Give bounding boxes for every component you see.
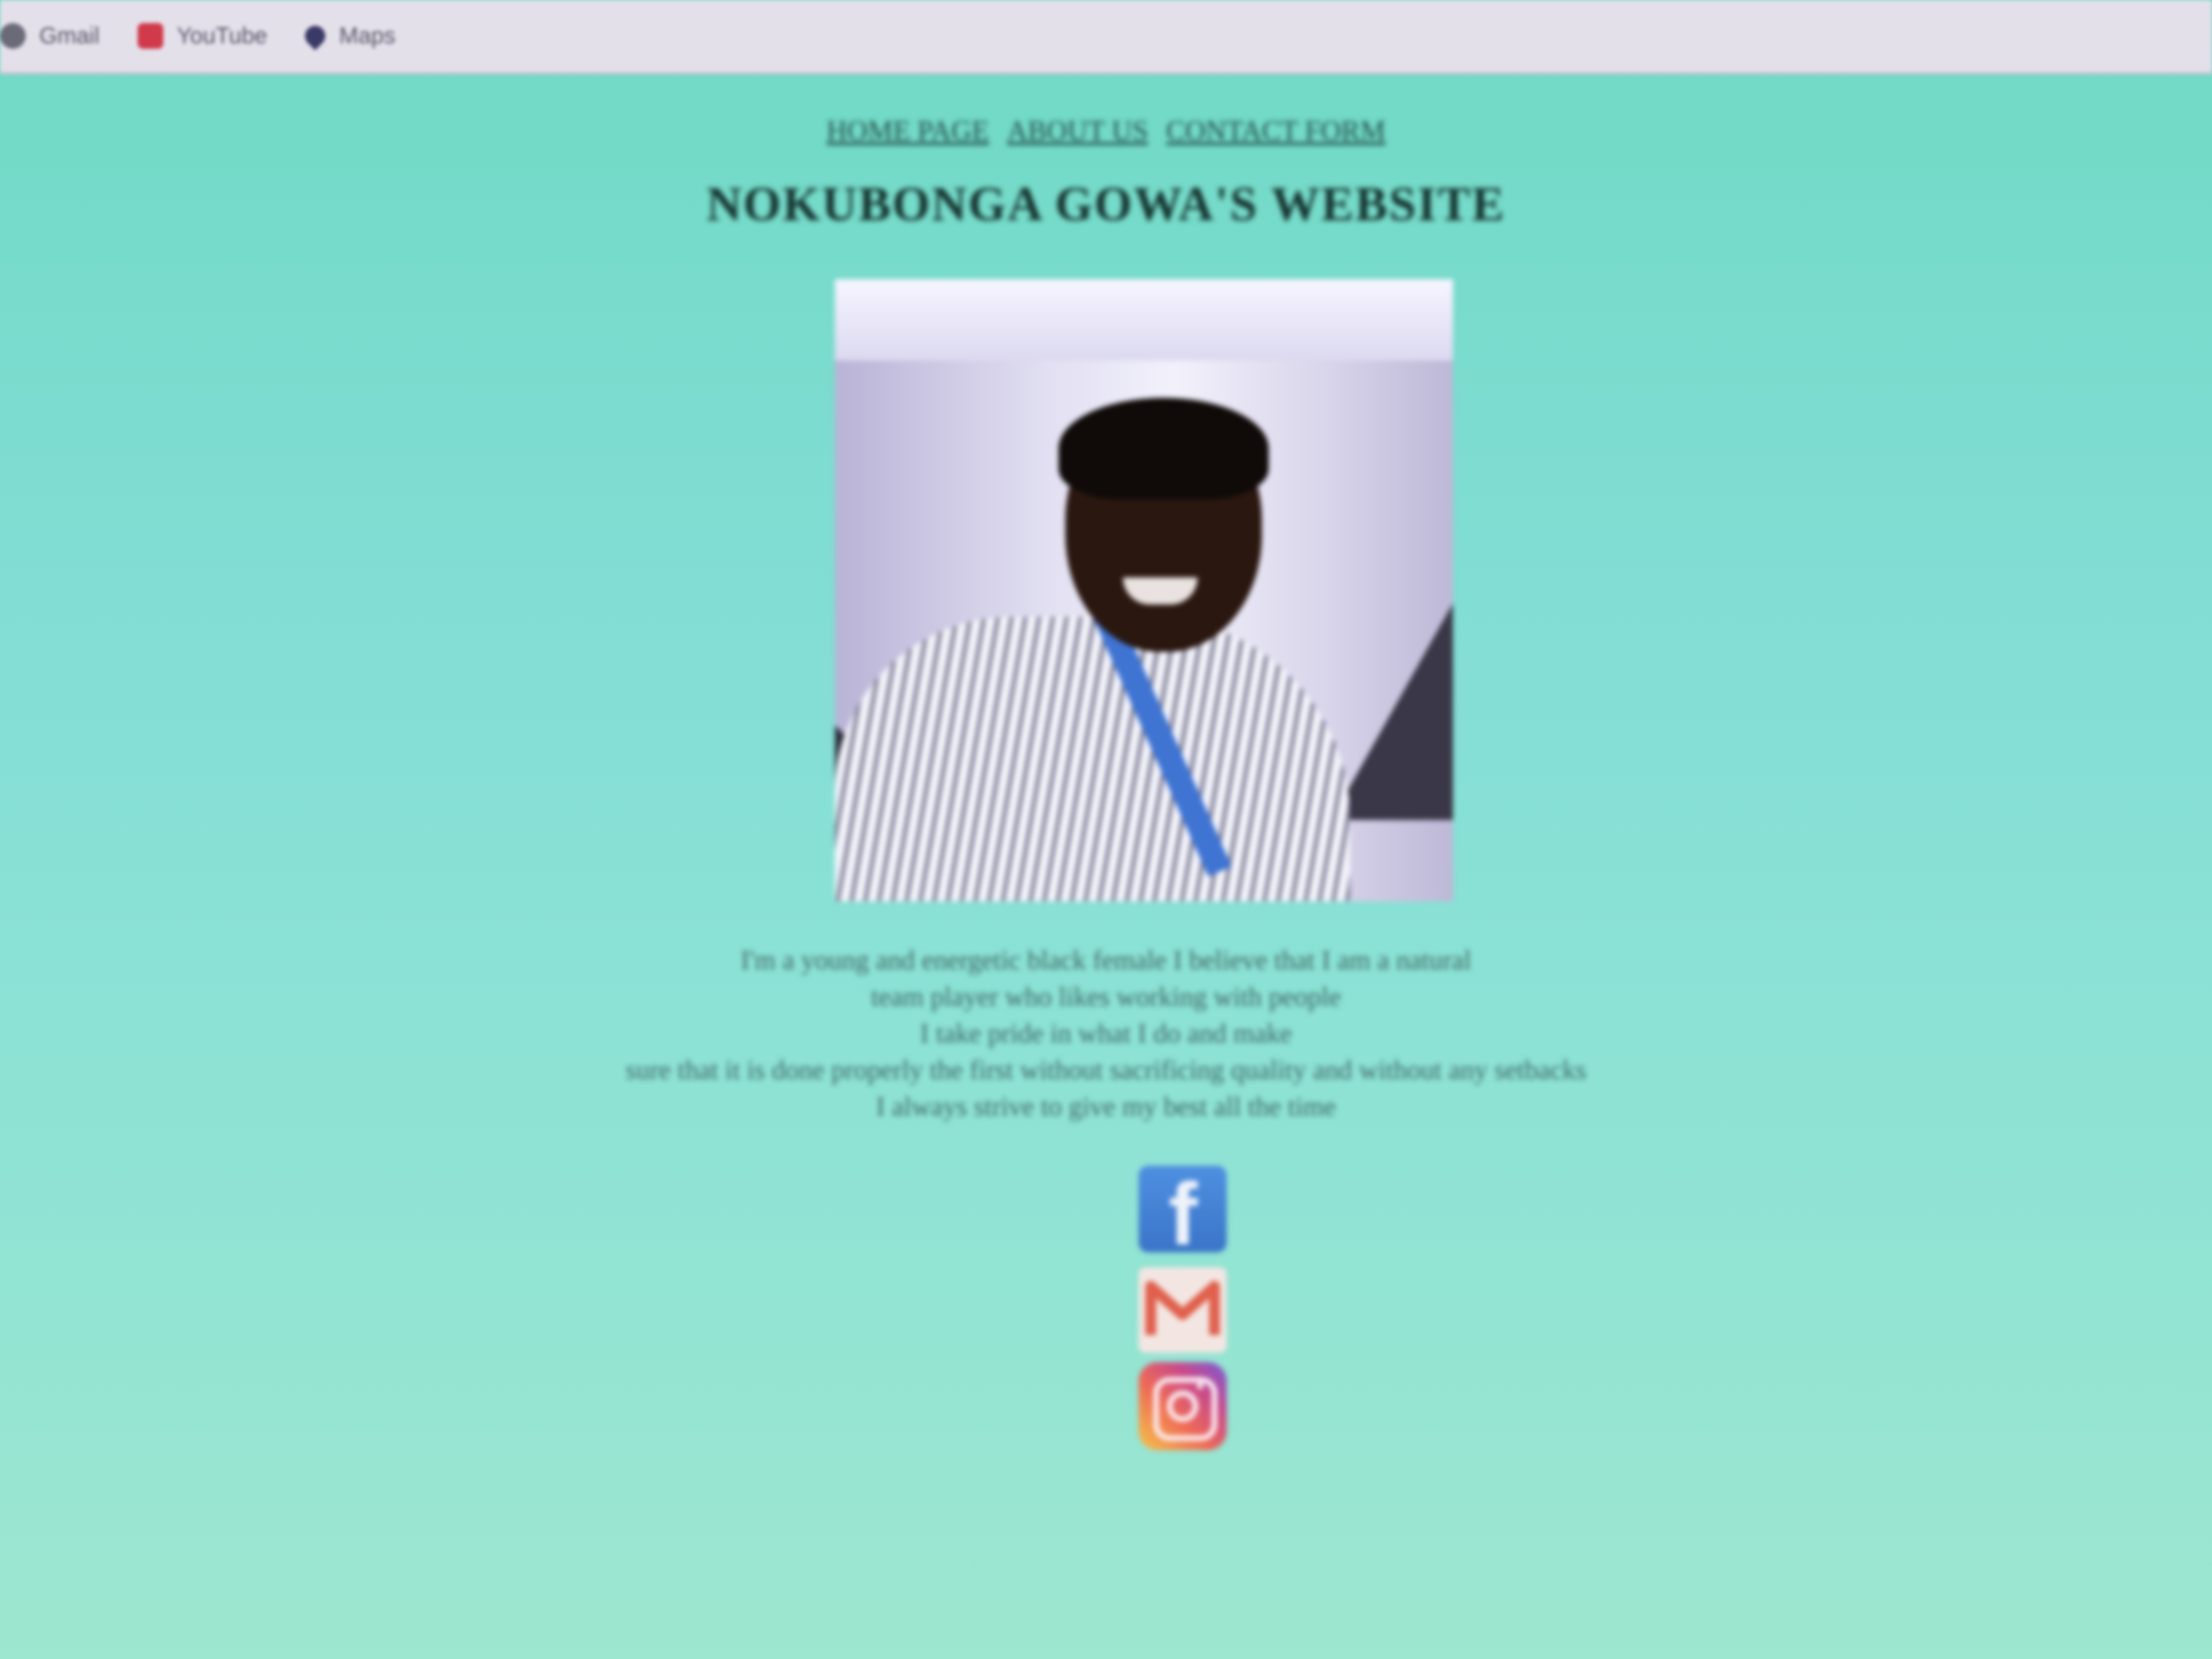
bookmark-label: Gmail [39, 22, 100, 49]
bio-line: sure that it is done properly the first … [626, 1054, 1586, 1085]
gmail-icon[interactable] [1139, 1267, 1227, 1353]
top-nav: HOME PAGE ABOUT US CONTACT FORM [0, 115, 2212, 148]
nav-link-contact[interactable]: CONTACT FORM [1166, 116, 1386, 147]
page-title: NOKUBONGA GOWA'S WEBSITE [706, 177, 1506, 231]
google-icon [0, 23, 26, 49]
bookmark-maps[interactable]: Maps [301, 21, 396, 51]
maps-icon [301, 21, 330, 51]
nav-link-home[interactable]: HOME PAGE [827, 116, 989, 147]
profile-photo [835, 279, 1453, 901]
bio-line: I always strive to give my best all the … [876, 1091, 1336, 1122]
bookmark-label: Maps [339, 22, 396, 49]
browser-screen: Gmail YouTube Maps HOME PAGE ABOUT US CO… [0, 0, 2212, 1659]
bookmark-youtube[interactable]: YouTube [137, 22, 268, 49]
bookmark-label: YouTube [176, 22, 268, 49]
nav-link-about[interactable]: ABOUT US [1007, 116, 1148, 147]
instagram-icon[interactable] [1139, 1362, 1227, 1450]
web-page: HOME PAGE ABOUT US CONTACT FORM NOKUBONG… [0, 75, 2212, 1659]
bio-text: I'm a young and energetic black female I… [0, 942, 2212, 1125]
facebook-glyph: f [1168, 1164, 1198, 1263]
bio-line: I take pride in what I do and make [920, 1018, 1292, 1048]
bookmarks-bar: Gmail YouTube Maps [0, 0, 2212, 75]
bio-line: team player who likes working with peopl… [871, 981, 1341, 1012]
bio-line: I'm a young and energetic black female I… [740, 945, 1472, 975]
youtube-icon [137, 23, 163, 49]
bookmark-gmail[interactable]: Gmail [0, 23, 100, 49]
facebook-icon[interactable]: f [1139, 1166, 1227, 1258]
